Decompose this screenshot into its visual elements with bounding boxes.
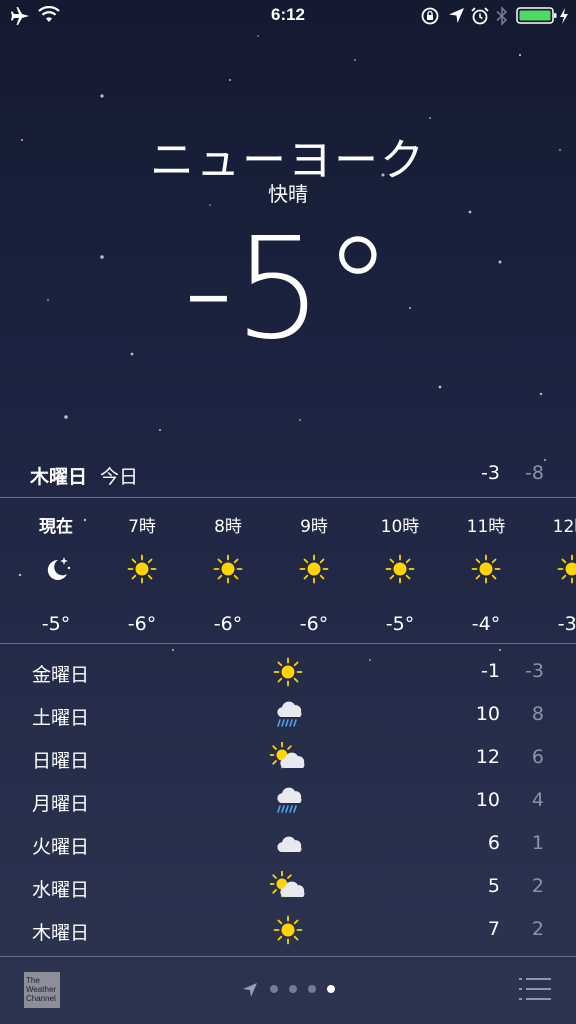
- weather-channel-logo-text: The Weather Channel: [26, 976, 57, 1003]
- sun-icon: [273, 915, 303, 945]
- daily-low: 4: [531, 789, 544, 811]
- divider: [0, 643, 576, 644]
- sun-icon: [385, 554, 415, 584]
- sun-icon: [273, 657, 303, 687]
- hourly-forecast[interactable]: 現在 -5° 7時 -6° 8時 -6° 9時 -6° 10時 -5° 11時 …: [0, 500, 576, 642]
- page-dot[interactable]: [270, 985, 278, 993]
- page-dot[interactable]: [308, 985, 316, 993]
- divider: [0, 497, 576, 498]
- daily-row: 月曜日 10 4: [0, 781, 576, 824]
- partly-cloudy-icon: [270, 742, 305, 769]
- hour-label: 7時: [128, 517, 156, 537]
- daily-day: 月曜日: [32, 793, 90, 815]
- daily-row: 土曜日 10 8: [0, 695, 576, 738]
- weather-condition: 快晴: [268, 182, 308, 206]
- hour-temperature: -4°: [471, 613, 501, 635]
- hour-item: 7時 -6°: [102, 500, 182, 635]
- daily-high: 12: [475, 746, 500, 768]
- daily-high: 10: [475, 789, 500, 811]
- sun-icon: [557, 554, 576, 584]
- hour-label: 8時: [214, 517, 242, 537]
- today-summary: 木曜日 今日 -3 -8: [0, 462, 576, 494]
- daily-forecast: 金曜日 -1 -3 土曜日 10 8 日曜日 12 6 月曜日 10 4 火曜日…: [0, 652, 576, 953]
- hour-label: 12時: [552, 517, 576, 537]
- daily-low: 2: [531, 918, 544, 940]
- page-dot[interactable]: [289, 985, 297, 993]
- battery-charging-icon: [516, 7, 568, 24]
- daily-row: 金曜日 -1 -3: [0, 652, 576, 695]
- sun-icon: [127, 554, 157, 584]
- hour-item: 11時 -4°: [446, 500, 526, 635]
- today-low: -8: [525, 462, 544, 484]
- current-temperature: -5°: [183, 208, 393, 371]
- location-arrow-icon: [449, 8, 464, 23]
- page-indicator[interactable]: [242, 982, 342, 998]
- cloud-rain-icon: [277, 701, 302, 727]
- daily-day: 木曜日: [32, 922, 90, 944]
- page-dot-active[interactable]: [327, 985, 335, 993]
- daily-low: 2: [531, 875, 544, 897]
- daily-low: 8: [531, 703, 544, 725]
- daily-day: 金曜日: [32, 664, 90, 686]
- hour-temperature: -3°: [557, 613, 576, 635]
- hour-label: 10時: [380, 517, 420, 537]
- hour-item: 12時 -3°: [532, 500, 576, 635]
- alarm-icon: [471, 7, 489, 25]
- status-bar: 6:12: [0, 0, 576, 32]
- hour-temperature: -5°: [385, 613, 415, 635]
- sun-icon: [471, 554, 501, 584]
- daily-day: 土曜日: [32, 707, 90, 729]
- daily-day: 水曜日: [32, 879, 90, 901]
- hour-item: 10時 -5°: [360, 500, 440, 635]
- orientation-lock-icon: [421, 7, 439, 25]
- daily-row: 火曜日 6 1: [0, 824, 576, 867]
- daily-day: 火曜日: [32, 836, 90, 858]
- hour-temperature: -6°: [127, 613, 157, 635]
- hour-label: 9時: [300, 517, 328, 537]
- hour-item: 9時 -6°: [274, 500, 354, 635]
- daily-high: 10: [475, 703, 500, 725]
- sun-icon: [299, 554, 329, 584]
- cloud-rain-icon: [277, 787, 302, 813]
- today-label: 今日: [100, 466, 139, 488]
- daily-row: 日曜日 12 6: [0, 738, 576, 781]
- daily-row: 水曜日 5 2: [0, 867, 576, 910]
- daily-low: -3: [525, 660, 544, 682]
- today-high: -3: [481, 462, 500, 484]
- divider: [0, 956, 576, 957]
- daily-low: 1: [531, 832, 544, 854]
- daily-high: 5: [487, 875, 500, 897]
- hour-temperature: -6°: [213, 613, 243, 635]
- daily-high: -1: [481, 660, 500, 682]
- list-icon[interactable]: [518, 976, 552, 1002]
- weather-channel-logo[interactable]: The Weather Channel: [24, 972, 60, 1008]
- partly-cloudy-icon: [270, 871, 305, 898]
- bottom-toolbar: The Weather Channel: [0, 958, 576, 1024]
- bluetooth-icon: [496, 6, 508, 26]
- hour-temperature: -6°: [299, 613, 329, 635]
- hour-temperature: -5°: [41, 613, 71, 635]
- daily-high: 7: [487, 918, 500, 940]
- daily-high: 6: [487, 832, 500, 854]
- today-day: 木曜日: [30, 466, 88, 488]
- cloud-icon: [277, 836, 302, 852]
- hour-item: 現在 -5°: [16, 500, 96, 635]
- moon-stars-icon: [47, 557, 71, 580]
- hour-label: 現在: [39, 517, 73, 537]
- hour-item: 8時 -6°: [188, 500, 268, 635]
- daily-day: 日曜日: [32, 750, 90, 772]
- daily-low: 6: [531, 746, 544, 768]
- daily-row: 木曜日 7 2: [0, 910, 576, 953]
- hour-label: 11時: [466, 517, 506, 537]
- location-arrow-icon: [243, 983, 257, 997]
- sun-icon: [213, 554, 243, 584]
